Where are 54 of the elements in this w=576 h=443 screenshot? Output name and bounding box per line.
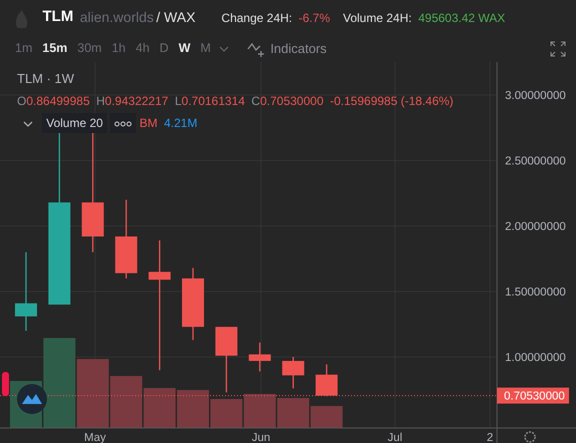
- candlestick: [248, 342, 271, 372]
- settings-icon[interactable]: [524, 431, 536, 443]
- candlestick: [215, 326, 238, 392]
- candlestick: [316, 364, 338, 396]
- price-tick-label: 2.50000000: [505, 156, 566, 168]
- price-tick-label: 3.00000000: [505, 90, 566, 102]
- volume-bar: [76, 359, 109, 428]
- study-value: 4.21M: [164, 115, 198, 132]
- logo-button[interactable]: [17, 384, 47, 414]
- interval-tab[interactable]: M: [195, 39, 216, 58]
- ohlc-value: L0.70161314: [174, 92, 245, 110]
- scroll-marker[interactable]: [2, 372, 9, 396]
- price-tick-label: 1.50000000: [505, 286, 566, 298]
- interval-tab[interactable]: 30m: [72, 39, 107, 58]
- date-tick-label: Jun: [252, 432, 270, 443]
- change-value: -0.15969985 (-18.46%): [330, 92, 454, 110]
- volume-bar: [177, 390, 209, 428]
- ohlc-value: O0.86499985: [17, 92, 90, 110]
- ohlc-value: C0.70530000: [251, 92, 324, 110]
- study-button[interactable]: Volume 20: [42, 113, 107, 133]
- interval-tab[interactable]: 1m: [10, 39, 38, 58]
- candlestick: [282, 357, 304, 388]
- volume-bar: [310, 406, 343, 428]
- study-value: BM: [139, 115, 158, 132]
- change-value: -6.7%: [298, 10, 330, 26]
- change-label: Change 24H:: [221, 10, 292, 26]
- volume-bar: [210, 399, 242, 428]
- volume-bar: [244, 394, 276, 428]
- volume-value: 495603.42 WAX: [418, 10, 506, 26]
- price-tag: 0.70530000: [497, 388, 569, 404]
- indicators-button[interactable]: Indicators: [242, 38, 332, 58]
- volume-bar: [110, 376, 142, 428]
- more-icon: [114, 120, 132, 128]
- quote-currency: / WAX: [156, 8, 196, 27]
- contract-name: alien.worlds: [80, 8, 154, 27]
- caret-icon[interactable]: [219, 44, 230, 52]
- interval-tab[interactable]: W: [174, 39, 196, 58]
- interval-tab[interactable]: 15m: [37, 39, 72, 58]
- price-tick-label: 2.00000000: [505, 221, 566, 233]
- caret-icon: [23, 120, 33, 128]
- interval-tab[interactable]: 1h: [106, 39, 131, 58]
- volume-bar: [144, 388, 176, 428]
- volume-bar: [277, 398, 310, 428]
- interval-tab[interactable]: D: [154, 39, 174, 58]
- fullscreen-icon[interactable]: [550, 40, 566, 56]
- date-tick-label: 2: [486, 432, 494, 443]
- price-tick-label: 1.00000000: [505, 352, 566, 364]
- interval-tab[interactable]: 4h: [130, 39, 155, 58]
- symbol: TLM: [42, 7, 74, 28]
- legend-title: TLM · 1W: [17, 70, 76, 88]
- date-tick-label: Jul: [388, 432, 402, 443]
- volume-label: Volume 24H:: [343, 10, 412, 26]
- ohlc-value: H0.94322217: [96, 92, 168, 110]
- more-button[interactable]: [110, 113, 136, 133]
